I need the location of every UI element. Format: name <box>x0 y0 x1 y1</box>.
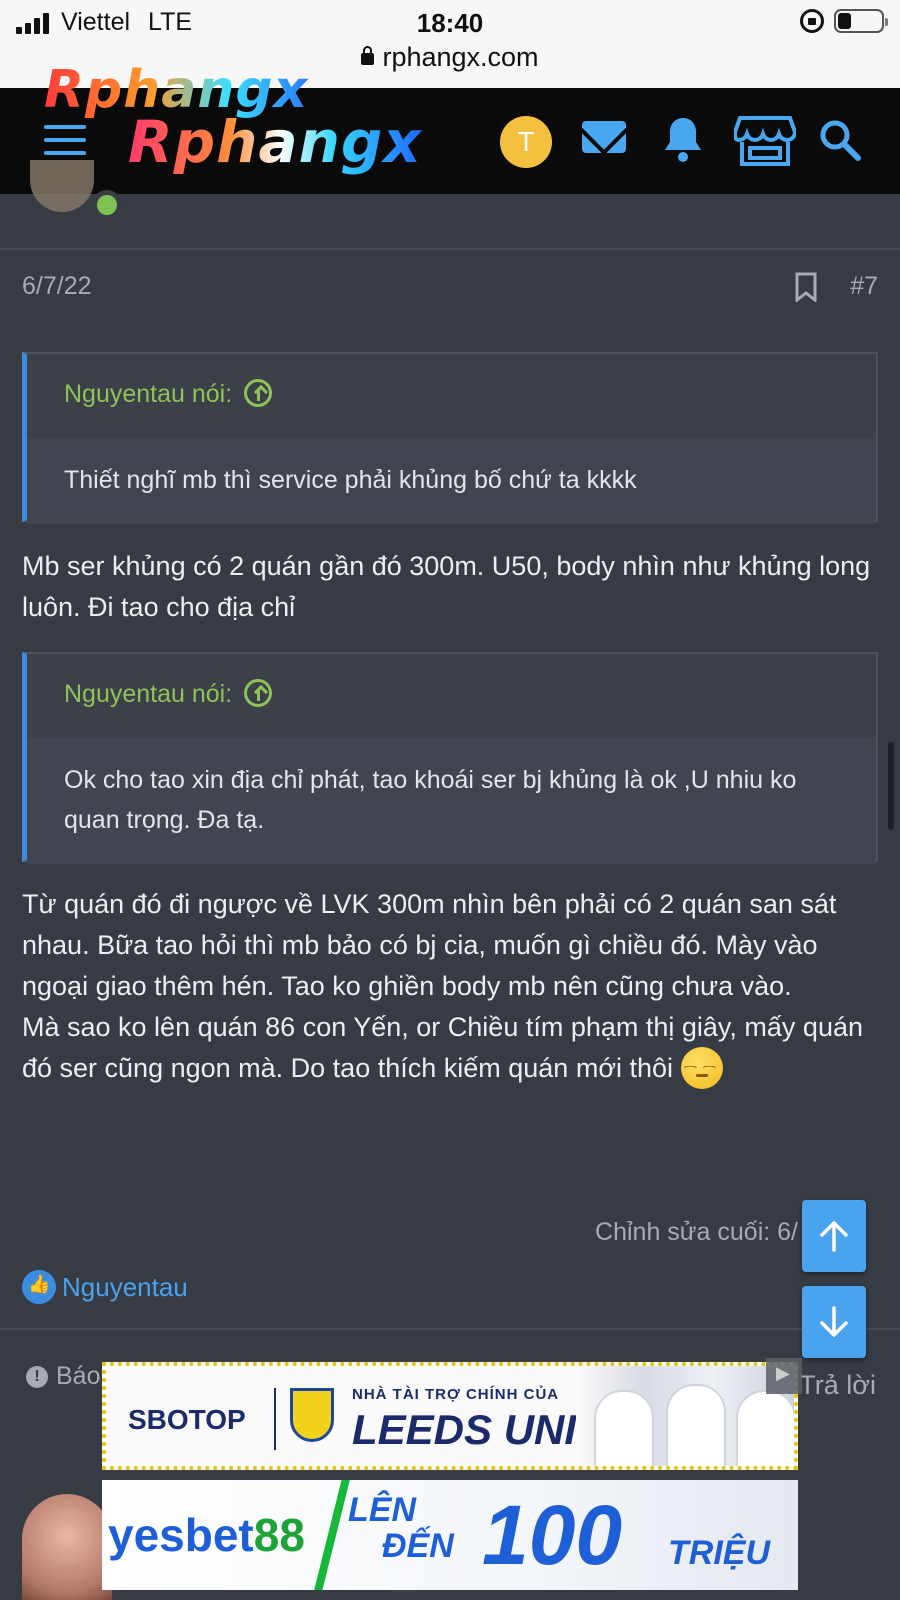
ad-close-icon[interactable] <box>766 1358 802 1394</box>
divider <box>0 1328 900 1330</box>
user-avatar[interactable]: T <box>500 116 552 168</box>
yesbet-ad-banner[interactable]: yesbet88 LÊN ĐẾN 100 TRIỆU <box>102 1480 798 1590</box>
reactions-bar[interactable]: Nguyentau <box>22 1270 188 1304</box>
relieved-face-emoji-icon <box>680 1046 723 1089</box>
quote-text: Thiết nghĩ mb thì service phải khủng bố … <box>27 438 876 524</box>
previous-post-avatar[interactable] <box>30 160 94 212</box>
battery-icon <box>834 9 888 33</box>
post-number[interactable]: #7 <box>850 272 878 301</box>
exclamation-icon: ! <box>26 1365 48 1388</box>
post-paragraph: Từ quán đó đi ngược về LVK 300m nhìn bên… <box>22 889 837 1001</box>
scroll-to-top-button[interactable] <box>802 1200 866 1272</box>
post-body-text: Mb ser khủng có 2 quán gần đó 300m. U50,… <box>22 551 871 622</box>
rotation-lock-icon <box>800 9 824 33</box>
quote-header[interactable]: Nguyentau nói: <box>27 354 876 438</box>
post-date[interactable]: 6/7/22 <box>22 272 92 301</box>
quote-text: Ok cho tao xin địa chỉ phát, tao khoái s… <box>27 738 876 864</box>
ad-slash <box>312 1480 352 1590</box>
lock-icon <box>361 46 375 65</box>
ad-separator <box>274 1388 276 1450</box>
online-status-icon <box>92 190 122 220</box>
thumbs-up-icon <box>22 1270 56 1304</box>
ad-amount: 100 <box>482 1488 623 1582</box>
bookmark-icon[interactable] <box>794 272 818 304</box>
site-logo[interactable]: Rphangx <box>128 108 422 176</box>
sbotop-ad-banner[interactable]: SBOTOP NHÀ TÀI TRỢ CHÍNH CỦA LEEDS UNITE… <box>102 1362 798 1470</box>
reply-button[interactable]: Trả lời <box>799 1370 876 1401</box>
quote-author[interactable]: Nguyentau nói: <box>64 680 232 709</box>
post-body-text: Từ quán đó đi ngược về LVK 300m nhìn bên… <box>22 884 882 1091</box>
last-edited: Chỉnh sửa cuối: 6/ <box>595 1218 798 1246</box>
club-crest-icon <box>290 1388 334 1442</box>
arrow-up-circle-icon[interactable] <box>244 679 273 707</box>
ad-unit: TRIỆU <box>668 1534 770 1572</box>
ad-sponsor-line: NHÀ TÀI TRỢ CHÍNH CỦA <box>352 1386 560 1403</box>
quote-block: Nguyentau nói: Ok cho tao xin địa chỉ ph… <box>22 652 878 864</box>
post-paragraph: Mà sao ko lên quán 86 con Yến, or Chiều … <box>22 1012 863 1083</box>
url-text: rphangx.com <box>382 42 539 72</box>
shop-icon[interactable] <box>732 114 798 168</box>
scroll-to-bottom-button[interactable] <box>802 1286 866 1358</box>
bell-icon[interactable] <box>662 114 704 164</box>
report-button[interactable]: ! Báo <box>26 1362 100 1391</box>
ad-brand: SBOTOP <box>128 1404 246 1435</box>
liked-by-user[interactable]: Nguyentau <box>62 1272 188 1303</box>
scrollbar[interactable] <box>888 742 894 830</box>
report-label: Báo <box>56 1362 101 1390</box>
search-icon[interactable] <box>818 118 862 162</box>
clock: 18:40 <box>416 8 484 38</box>
quote-header[interactable]: Nguyentau nói: <box>27 654 876 738</box>
divider <box>0 248 900 250</box>
ad-promo-text: LÊN ĐẾN <box>348 1491 454 1565</box>
menu-icon[interactable] <box>44 125 86 155</box>
site-header: Rphangx Rphangx T <box>0 60 900 194</box>
ad-players-image <box>576 1366 794 1466</box>
ad-brand: yesbet88 <box>108 1509 305 1561</box>
post-paragraph-with-emoji: Mà sao ko lên quán 86 con Yến, or Chiều … <box>22 1007 882 1091</box>
arrow-up-circle-icon[interactable] <box>244 379 273 407</box>
quote-block: Nguyentau nói: Thiết nghĩ mb thì service… <box>22 352 878 524</box>
next-post-avatar[interactable] <box>22 1494 112 1600</box>
quote-author[interactable]: Nguyentau nói: <box>64 380 232 409</box>
mail-icon[interactable] <box>582 121 626 153</box>
status-icons <box>800 9 888 33</box>
